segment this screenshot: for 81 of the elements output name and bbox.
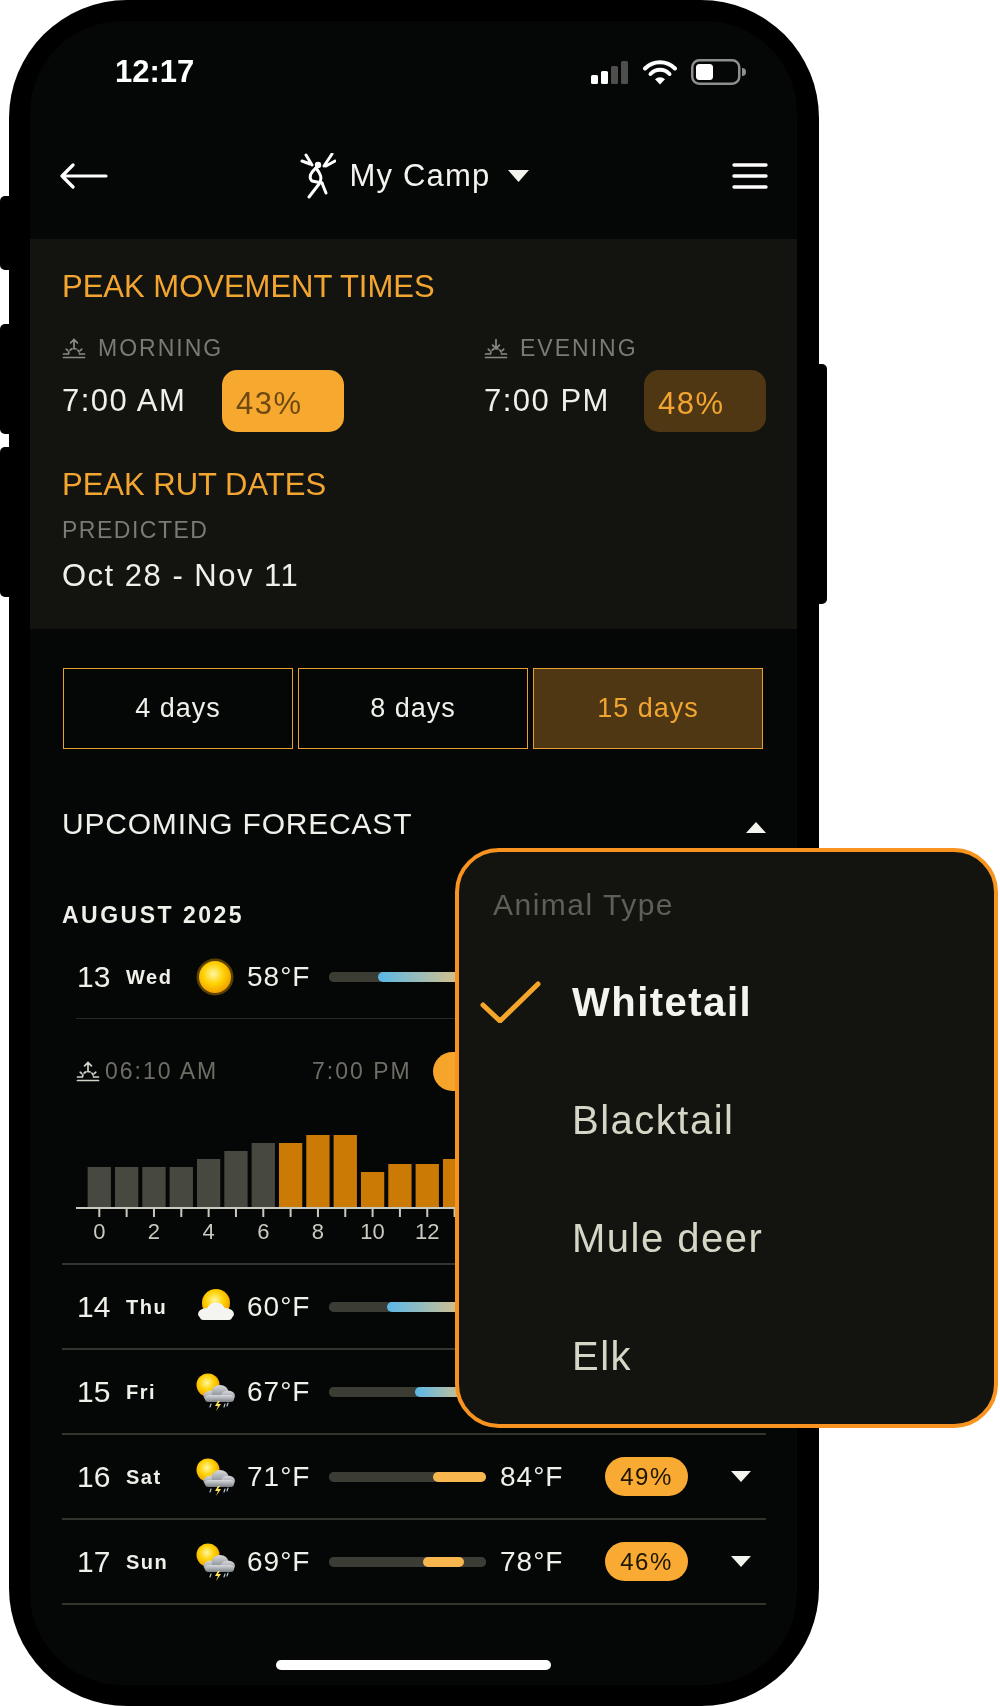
sunrise-icon	[62, 337, 86, 359]
hour-bar	[224, 1151, 248, 1208]
collapse-caret-icon[interactable]	[746, 821, 766, 833]
menu-option[interactable]: Whitetail	[459, 943, 994, 1061]
sun-icon	[194, 956, 236, 997]
section-heading: PEAK MOVEMENT TIMES	[62, 271, 435, 303]
day-number: 13	[77, 959, 112, 994]
weekday: Thu	[126, 1294, 169, 1320]
section-subtitle: PREDICTED	[62, 517, 209, 543]
period-label: MORNING	[98, 335, 224, 361]
status-time: 12:17	[115, 55, 195, 89]
rut-dates: Oct 28 - Nov 11	[62, 560, 300, 592]
hour-label: 0	[93, 1219, 106, 1244]
signal-icon	[591, 60, 629, 84]
sun-storm-cloud-icon	[194, 1371, 236, 1412]
weekday: Wed	[126, 964, 174, 990]
weekday: Sun	[126, 1549, 170, 1575]
weekday: Fri	[126, 1379, 158, 1405]
hour-label: 4	[202, 1219, 215, 1244]
wifi-icon	[642, 59, 678, 85]
percent-badge: 46%	[605, 1542, 688, 1581]
battery-icon	[691, 59, 746, 85]
temperature-range-fill	[423, 1556, 465, 1567]
hour-label: 8	[311, 1219, 325, 1244]
low-temperature: 69°F	[247, 1544, 312, 1579]
menu-title: Animal Type	[493, 887, 675, 923]
hour-label: 12	[415, 1219, 440, 1244]
day-number: 15	[77, 1374, 112, 1409]
percent-badge: 49%	[605, 1457, 688, 1496]
low-temperature: 71°F	[247, 1459, 312, 1494]
period-label: EVENING	[520, 335, 638, 361]
low-temperature: 60°F	[247, 1289, 312, 1324]
high-temperature: 78°F	[500, 1544, 565, 1579]
range-tab[interactable]: 15 days	[533, 668, 763, 749]
hour-label: 10	[360, 1219, 385, 1244]
hour-bar	[415, 1164, 439, 1208]
hour-bar	[251, 1143, 275, 1208]
sunrise-icon	[76, 1060, 100, 1082]
range-tab[interactable]: 4 days	[63, 668, 293, 749]
period-time: 7:00 AM	[62, 383, 188, 419]
percent-badge: 43%	[222, 370, 344, 432]
high-temperature: 84°F	[500, 1459, 565, 1494]
section-heading: PEAK RUT DATES	[62, 469, 327, 501]
percent-badge: 48%	[644, 370, 766, 432]
hour-bar	[115, 1167, 139, 1208]
sunset-icon	[484, 337, 508, 359]
sunrise-time: 06:10 AM	[105, 1056, 219, 1086]
low-temperature: 58°F	[247, 959, 312, 994]
back-arrow-icon[interactable]	[59, 163, 108, 189]
hour-bar	[169, 1167, 193, 1208]
section-heading: UPCOMING FORECAST	[62, 806, 413, 842]
hour-bar	[87, 1167, 111, 1208]
day-number: 14	[77, 1289, 112, 1324]
weekday: Sat	[126, 1464, 163, 1490]
day-number: 17	[77, 1544, 112, 1579]
hour-label: 6	[257, 1219, 270, 1244]
temperature-range-fill	[432, 1471, 486, 1482]
low-temperature: 67°F	[247, 1374, 312, 1409]
day-number: 16	[77, 1459, 112, 1494]
menu-option[interactable]: Mule deer	[459, 1179, 994, 1297]
hour-bar	[142, 1167, 166, 1208]
month-label: AUGUST 2025	[62, 901, 245, 929]
menu-icon[interactable]	[732, 163, 768, 189]
sun-storm-cloud-icon	[194, 1541, 236, 1582]
hour-bar	[388, 1164, 412, 1208]
expand-caret-icon[interactable]	[731, 1471, 751, 1482]
antler-figure-logo-icon	[298, 153, 337, 199]
range-tab[interactable]: 8 days	[298, 668, 528, 749]
caret-icon	[507, 170, 529, 182]
hour-label: 2	[147, 1219, 161, 1244]
expand-caret-icon[interactable]	[731, 1556, 751, 1567]
checkmark-icon	[480, 981, 541, 1023]
hour-bar	[278, 1143, 303, 1208]
period-time: 7:00 PM	[484, 383, 611, 419]
hour-bar	[360, 1172, 385, 1208]
camp-selector[interactable]: My Camp	[349, 158, 529, 194]
peak-time: 7:00 PM	[312, 1056, 412, 1086]
hour-bar	[196, 1159, 221, 1208]
sun-storm-cloud-icon	[194, 1456, 236, 1497]
menu-option[interactable]: Elk	[459, 1297, 994, 1415]
menu-option[interactable]: Blacktail	[459, 1061, 994, 1179]
